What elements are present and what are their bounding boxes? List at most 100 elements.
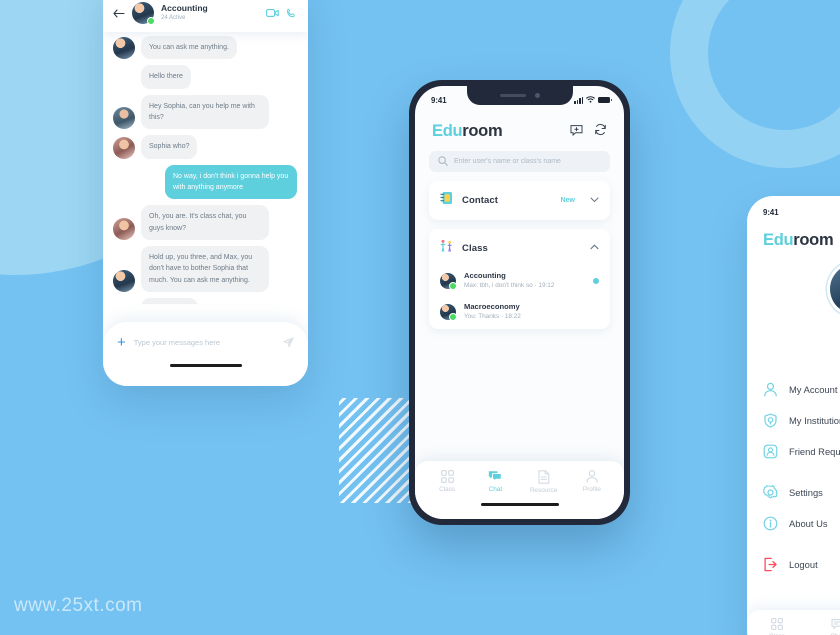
tab-profile[interactable]: Profile [568,470,616,494]
class-list-item[interactable]: Macroeconomy You: Thanks · 18:22 [429,298,610,329]
battery-icon [598,96,612,104]
class-preview: You: Thanks · 18:22 [464,313,521,321]
tab-chat[interactable]: Chat [807,618,840,635]
chat-title: Accounting [161,3,208,14]
grid-class-icon [771,618,783,630]
app-logo: Eduroom [747,217,840,250]
chat-header: Accounting 24 Active [103,0,308,32]
send-icon[interactable] [283,337,294,348]
class-list-item[interactable]: Accounting Max: tbh, i don't think so · 1… [429,267,610,298]
message-bubble: Hey Sophia, can you help me with this? [141,94,269,130]
avatar [132,2,155,25]
gear-icon [763,485,778,500]
logout-icon [763,557,778,572]
menu-divider-gap [747,539,840,549]
avatar [440,304,457,322]
search-placeholder: Enter user's name or class's name [454,158,561,165]
message-bubble: Hello there [141,65,191,89]
refresh-icon[interactable] [594,123,607,141]
drawer-item-settings[interactable]: Settings [747,477,840,508]
screenshot-canvas: www.25xt.com Accounting 24 Active You ca… [0,0,840,635]
drawer-item-label: About Us [789,518,828,529]
drawer-item-label: My Institution [789,415,840,426]
message-bubble: You can ask me anything. [141,36,237,60]
signal-bars-icon [574,96,583,104]
drawer-item-my-institution[interactable]: My Institution [747,405,840,436]
tab-class[interactable]: Class [747,618,807,635]
bottom-tab-bar: Class Chat [747,610,840,635]
chat-bubble-icon [488,470,503,483]
contact-book-icon [440,191,453,210]
tab-class[interactable]: Class [423,470,471,494]
avatar [113,37,135,60]
logo-suffix: room [462,122,503,140]
home-indicator [169,364,242,367]
chat-message: No way, i don't think i gonna help you w… [113,164,297,200]
chat-message: No. You can't [113,297,297,304]
message-bubble: Hold up, you three, and Max, you don't h… [141,245,269,292]
message-bubble: Sophia who? [141,135,198,159]
list-item-texts: Accounting Max: tbh, i don't think so · 1… [464,271,585,291]
class-preview: Max: tbh, i don't think so · 19:12 [464,282,555,290]
chat-message: Hello there [113,65,297,89]
grid-class-icon [440,470,454,483]
chat-header-texts: Accounting 24 Active [161,3,208,22]
bottom-tab-bar: Class Chat Resource Profile [415,461,624,519]
contact-section-header[interactable]: Contact New [429,181,610,220]
avatar[interactable] [830,264,840,314]
chat-message: You can ask me anything. [113,36,297,60]
class-section-header[interactable]: Class [429,229,610,267]
drawer-item-label: Friend Request [789,446,840,457]
message-input[interactable]: Type your messages here [134,338,275,347]
contact-section-card: Contact New [429,181,610,220]
drawer-item-label: Logout [789,559,818,570]
chat-active-count: 24 Active [161,14,186,21]
tab-label: Chat [488,486,503,493]
class-section-card: Class Accounting Max: tbh, i don't think … [429,229,610,330]
phone-call-icon[interactable] [286,8,297,19]
chat-composer: + Type your messages here [103,322,308,386]
plus-icon[interactable]: + [117,335,126,350]
drawer-item-friend-request[interactable]: Friend Request [747,436,840,467]
chevron-down-icon[interactable] [590,196,599,205]
chat-message: Hold up, you three, and Max, you don't h… [113,245,297,292]
tab-label: Class [439,486,456,493]
chat-message-list[interactable]: You can ask me anything. Hello there Hey S… [103,32,308,304]
new-message-icon[interactable] [570,123,583,141]
tab-chat[interactable]: Chat [471,470,519,494]
status-time: 9:41 [431,95,447,105]
document-icon [538,470,550,484]
menu-divider-gap [747,467,840,477]
drawer-item-label: Settings [789,487,823,498]
chat-message: Oh, you are. It's class chat, you guys k… [113,205,297,240]
logo-prefix: Edu [432,122,463,140]
avatar [113,107,135,130]
message-bubble: No. You can't [141,297,199,304]
video-call-icon[interactable] [266,8,279,18]
class-section-title: Class [462,242,488,254]
chevron-up-icon[interactable] [590,244,599,252]
status-bar: 9:41 [415,86,624,110]
drawer-item-my-account[interactable]: My Account [747,374,840,405]
center-phone-screen: 9:41 Eduroom Enter user's name or class'… [415,86,624,519]
center-phone-device: 9:41 Eduroom Enter user's name or class'… [409,80,630,525]
search-input[interactable]: Enter user's name or class's name [429,151,610,172]
avatar [113,217,135,240]
avatar [113,269,135,292]
tab-label: Resource [529,487,558,494]
class-name: Accounting [464,271,506,280]
logo-suffix: room [793,231,834,249]
wifi-icon [586,95,595,105]
app-logo: Eduroom [432,122,503,141]
chat-bubble-icon [831,618,840,630]
drawer-item-logout[interactable]: Logout [747,549,840,580]
person-icon [586,470,598,483]
tab-label: Profile [582,486,601,493]
background-ring-top-right [670,0,840,168]
shield-icon [763,413,778,428]
tab-resource[interactable]: Resource [520,470,568,494]
class-name: Macroeconomy [464,302,520,312]
drawer-item-about-us[interactable]: About Us [747,508,840,539]
back-arrow-icon[interactable] [113,7,125,20]
right-phone-drawer-screen: 9:41 Eduroom ID Jacky My Account My Insti… [747,196,840,635]
